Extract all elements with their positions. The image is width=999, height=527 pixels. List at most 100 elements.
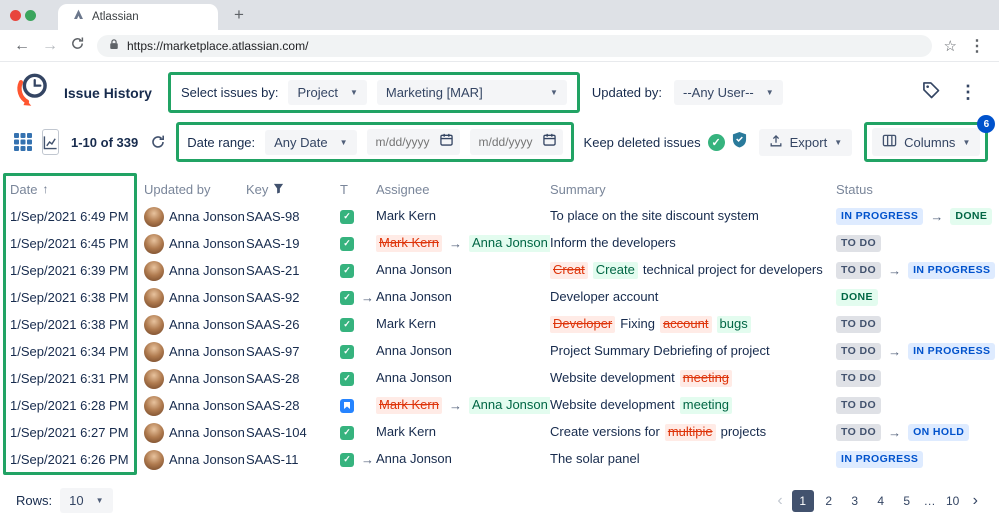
page-button[interactable]: 5 xyxy=(896,490,918,512)
cell-updated-by: Anna Jonson xyxy=(144,315,246,335)
column-header-date[interactable]: Date ↑ xyxy=(10,182,144,197)
updated-by-name: Anna Jonson xyxy=(169,344,245,359)
table-footer: Rows: 10 ▼ ‹12345…10› xyxy=(0,480,999,527)
back-icon[interactable]: ← xyxy=(14,38,30,54)
summary-segment: Developer xyxy=(550,316,615,333)
export-button[interactable]: Export ▼ xyxy=(759,129,853,156)
table-row[interactable]: 1/Sep/2021 6:27 PMAnna JonsonSAAS-104✓Ma… xyxy=(0,419,999,446)
updated-by-name: Anna Jonson xyxy=(169,290,245,305)
date-range-value: Any Date xyxy=(274,135,327,150)
cell-key: SAAS-104 xyxy=(246,425,330,440)
calendar-icon[interactable] xyxy=(440,133,453,151)
cell-summary: Project Summary Debriefing of project xyxy=(550,343,836,360)
date-from-input[interactable] xyxy=(374,134,434,150)
new-tab-button[interactable]: + xyxy=(228,5,250,25)
check-circle-icon[interactable]: ✓ xyxy=(708,134,725,151)
browser-tab[interactable]: Atlassian xyxy=(58,4,218,30)
date-to-field[interactable] xyxy=(470,129,563,155)
cell-date: 1/Sep/2021 6:31 PM xyxy=(10,371,144,386)
cell-date: 1/Sep/2021 6:34 PM xyxy=(10,344,144,359)
cell-summary: Website developmentmeeting xyxy=(550,370,836,387)
browser-menu-icon[interactable]: ⋮ xyxy=(969,36,985,56)
address-bar[interactable]: https://marketplace.atlassian.com/ xyxy=(97,35,932,57)
page-button[interactable]: 1 xyxy=(792,490,814,512)
check-glyph: ✓ xyxy=(343,374,351,383)
column-header-updated-by[interactable]: Updated by xyxy=(144,182,246,197)
table-row[interactable]: 1/Sep/2021 6:38 PMAnna JonsonSAAS-26✓Mar… xyxy=(0,311,999,338)
status-badge: TO DO xyxy=(836,397,881,414)
column-header-assignee[interactable]: Assignee xyxy=(376,182,550,197)
table-row[interactable]: 1/Sep/2021 6:28 PMAnna JonsonSAAS-28Mark… xyxy=(0,392,999,419)
reload-icon[interactable] xyxy=(70,36,85,55)
status-badge: IN PROGRESS xyxy=(836,451,923,468)
table-row[interactable]: 1/Sep/2021 6:26 PMAnna JonsonSAAS-11✓→An… xyxy=(0,446,999,473)
updated-by-name: Anna Jonson xyxy=(169,317,245,332)
assignee-segment: Anna Jonson xyxy=(376,343,452,360)
refresh-icon[interactable] xyxy=(150,129,166,155)
cell-key: SAAS-28 xyxy=(246,398,330,413)
filter-icon[interactable] xyxy=(273,182,284,197)
calendar-icon[interactable] xyxy=(543,133,556,151)
avatar xyxy=(144,234,164,254)
table-row[interactable]: 1/Sep/2021 6:38 PMAnna JonsonSAAS-92✓→An… xyxy=(0,284,999,311)
app-menu-icon[interactable]: ⋮ xyxy=(959,82,977,103)
project-dropdown[interactable]: Marketing [MAR] ▼ xyxy=(377,80,567,105)
cell-status: TO DO xyxy=(836,370,999,387)
cell-type: ✓→ xyxy=(330,452,376,467)
cell-summary: Website developmentmeeting xyxy=(550,397,836,414)
table-row[interactable]: 1/Sep/2021 6:31 PMAnna JonsonSAAS-28✓Ann… xyxy=(0,365,999,392)
cell-updated-by: Anna Jonson xyxy=(144,423,246,443)
bookmark-star-icon[interactable]: ☆ xyxy=(944,37,957,55)
cell-type: ✓ xyxy=(330,264,376,278)
table-header: Date ↑ Updated by Key T Assignee xyxy=(0,175,999,203)
page-button[interactable]: 4 xyxy=(870,490,892,512)
cell-assignee: Anna Jonson xyxy=(376,343,550,360)
table-row[interactable]: 1/Sep/2021 6:45 PMAnna JonsonSAAS-19✓Mar… xyxy=(0,230,999,257)
cell-assignee: Mark Kern xyxy=(376,316,550,333)
cell-type: ✓ xyxy=(330,426,376,440)
status-badge: TO DO xyxy=(836,235,881,252)
assignee-segment: Mark Kern xyxy=(376,208,436,225)
summary-segment: Website development xyxy=(550,370,675,387)
page-button[interactable]: 10 xyxy=(942,490,964,512)
table-row[interactable]: 1/Sep/2021 6:34 PMAnna JonsonSAAS-97✓Ann… xyxy=(0,338,999,365)
issue-history-logo-icon xyxy=(14,71,52,114)
rows-per-page-dropdown[interactable]: 10 ▼ xyxy=(60,488,112,513)
summary-segment: Inform the developers xyxy=(550,235,676,252)
window-close-button[interactable] xyxy=(10,10,21,21)
cell-date: 1/Sep/2021 6:26 PM xyxy=(10,452,144,467)
prev-page-icon[interactable]: ‹ xyxy=(772,492,787,510)
column-header-status[interactable]: Status xyxy=(836,182,999,197)
date-to-input[interactable] xyxy=(477,134,537,150)
columns-button[interactable]: Columns ▼ xyxy=(872,128,980,156)
updated-by-value: --Any User-- xyxy=(683,85,754,100)
column-header-key[interactable]: Key xyxy=(246,182,330,197)
table-row[interactable]: 1/Sep/2021 6:49 PMAnna JonsonSAAS-98✓Mar… xyxy=(0,203,999,230)
select-by-dropdown[interactable]: Project ▼ xyxy=(288,80,366,105)
updated-by-dropdown[interactable]: --Any User-- ▼ xyxy=(674,80,783,105)
table-row[interactable]: 1/Sep/2021 6:39 PMAnna JonsonSAAS-21✓Ann… xyxy=(0,257,999,284)
window-maximize-button[interactable] xyxy=(25,10,36,21)
summary-segment: projects xyxy=(721,424,767,441)
cell-updated-by: Anna Jonson xyxy=(144,207,246,227)
chart-view-icon[interactable] xyxy=(42,129,59,155)
date-from-field[interactable] xyxy=(367,129,460,155)
select-issues-by-label: Select issues by: xyxy=(181,85,279,100)
column-header-type[interactable]: T xyxy=(330,182,376,197)
assignee-segment: Mark Kern xyxy=(376,424,436,441)
shield-icon[interactable] xyxy=(732,131,747,153)
forward-icon[interactable]: → xyxy=(42,38,58,54)
next-page-icon[interactable]: › xyxy=(968,492,983,510)
page-button[interactable]: 3 xyxy=(844,490,866,512)
page-button[interactable]: 2 xyxy=(818,490,840,512)
status-badge: TO DO xyxy=(836,370,881,387)
cell-updated-by: Anna Jonson xyxy=(144,288,246,308)
column-header-summary[interactable]: Summary xyxy=(550,182,836,197)
tag-icon[interactable] xyxy=(921,80,941,105)
grid-view-icon[interactable] xyxy=(14,129,32,155)
cell-key: SAAS-26 xyxy=(246,317,330,332)
updated-by-name: Anna Jonson xyxy=(169,398,245,413)
date-range-dropdown[interactable]: Any Date ▼ xyxy=(265,130,356,155)
cell-assignee: Anna Jonson xyxy=(376,451,550,468)
cell-status: TO DO→IN PROGRESS xyxy=(836,343,999,360)
